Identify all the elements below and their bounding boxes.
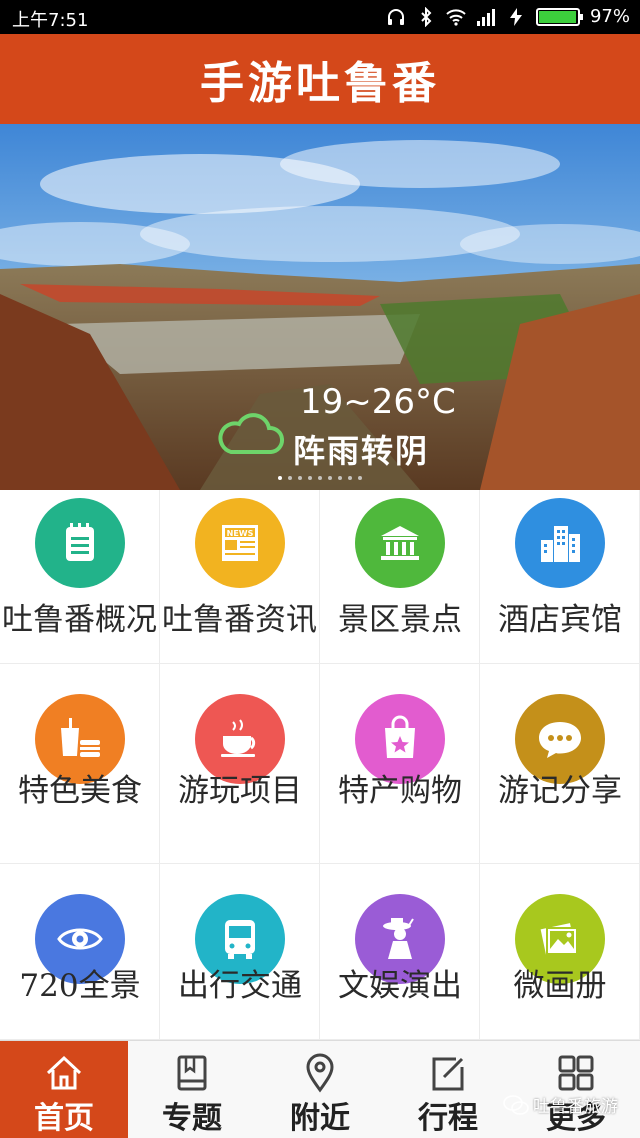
- nav-item-book[interactable]: 专题: [128, 1041, 256, 1138]
- grid-item-label: 景区景点: [338, 602, 462, 638]
- home-icon: [44, 1053, 84, 1093]
- grid-item[interactable]: NEWS 吐鲁番资讯: [160, 490, 320, 664]
- nav-item-home[interactable]: 首页: [0, 1041, 128, 1138]
- grid-item-label: 吐鲁番概况: [2, 602, 157, 638]
- carousel-dot[interactable]: [318, 476, 322, 480]
- grid-item-label: 吐鲁番资讯: [162, 602, 317, 638]
- weather-temperature: 19~26°C: [300, 382, 456, 422]
- signal-icon: [476, 8, 495, 26]
- nav-item-edit[interactable]: 行程: [384, 1041, 512, 1138]
- grid-item-label: 游记分享: [498, 773, 622, 809]
- carousel-indicator: [0, 476, 640, 480]
- grid-item[interactable]: 游玩项目: [160, 664, 320, 864]
- nav-item-label: 行程: [418, 1101, 478, 1136]
- grid-item[interactable]: 吐鲁番概况: [0, 490, 160, 664]
- wechat-icon: [503, 1094, 529, 1115]
- grid-item[interactable]: 特色美食: [0, 664, 160, 864]
- bottom-navigation: 首页 专题 附近 行程 更多: [0, 1040, 640, 1138]
- grid-item-label: 特产购物: [338, 773, 462, 809]
- feature-grid: 吐鲁番概况 NEWS 吐鲁番资讯 景区景点 酒店宾馆特色美食 游玩项目 特产购物 游记分享 72…: [0, 490, 640, 1040]
- grid-item[interactable]: 游记分享: [480, 664, 640, 864]
- nav-item-label: 附近: [290, 1101, 350, 1136]
- grid-item[interactable]: 720全景: [0, 864, 160, 1040]
- carousel-dot[interactable]: [328, 476, 332, 480]
- nav-item-location-pin[interactable]: 附近: [256, 1041, 384, 1138]
- grid-item-label: 特色美食: [18, 773, 142, 809]
- watermark: 吐鲁番旅游: [503, 1092, 618, 1117]
- grid-item-label: 出行交通: [178, 968, 302, 1004]
- carousel-dot[interactable]: [308, 476, 312, 480]
- grid-item-label: 微画册: [513, 968, 607, 1004]
- grid-item-label: 文娱演出: [338, 968, 462, 1004]
- grid-item-label: 游玩项目: [178, 773, 302, 809]
- nav-item-label: 专题: [162, 1101, 222, 1136]
- status-bar: 上午7:51 97%: [0, 0, 640, 34]
- location-pin-icon: [300, 1053, 340, 1093]
- app-title: 手游吐鲁番: [200, 58, 440, 109]
- carousel-dot[interactable]: [298, 476, 302, 480]
- grid-item-label: 720全景: [19, 968, 141, 1004]
- grid-item[interactable]: 酒店宾馆: [480, 490, 640, 664]
- edit-icon: [428, 1053, 468, 1093]
- carousel-dot[interactable]: [358, 476, 362, 480]
- carousel-dot[interactable]: [348, 476, 352, 480]
- svg-text:NEWS: NEWS: [227, 529, 254, 538]
- nav-item-grid[interactable]: 更多: [512, 1041, 640, 1138]
- cloud-icon: [218, 413, 284, 454]
- grid-item[interactable]: 出行交通: [160, 864, 320, 1040]
- notepad-icon: [35, 498, 125, 588]
- newspaper-icon: NEWS: [195, 498, 285, 588]
- status-time: 上午7:51: [12, 10, 89, 31]
- carousel-dot[interactable]: [278, 476, 282, 480]
- charging-icon: [509, 7, 522, 26]
- battery-icon: [535, 7, 583, 26]
- battery-percent: 97%: [589, 6, 630, 27]
- grid-icon: [556, 1053, 596, 1093]
- banner-carousel[interactable]: 19~26°C 阵雨转阴: [0, 124, 640, 490]
- nav-item-label: 首页: [34, 1101, 94, 1136]
- grid-item[interactable]: 特产购物: [320, 664, 480, 864]
- grid-item[interactable]: 微画册: [480, 864, 640, 1040]
- carousel-dot[interactable]: [288, 476, 292, 480]
- app-header: 手游吐鲁番: [0, 34, 640, 124]
- weather-condition: 阵雨转阴: [293, 432, 430, 470]
- bluetooth-icon: [421, 6, 432, 27]
- watermark-text: 吐鲁番旅游: [533, 1097, 618, 1117]
- book-icon: [172, 1053, 212, 1093]
- weather-widget: 19~26°C 阵雨转阴: [215, 382, 456, 472]
- carousel-dot[interactable]: [338, 476, 342, 480]
- grid-item-label: 酒店宾馆: [498, 602, 622, 638]
- grid-item[interactable]: 文娱演出: [320, 864, 480, 1040]
- landmark-icon: [355, 498, 445, 588]
- buildings-icon: [515, 498, 605, 588]
- status-icons: 97%: [386, 6, 630, 27]
- wifi-icon: [446, 8, 466, 26]
- headphones-icon: [387, 8, 404, 25]
- grid-item[interactable]: 景区景点: [320, 490, 480, 664]
